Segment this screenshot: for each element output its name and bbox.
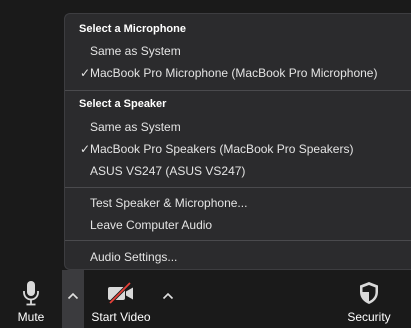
menu-item-label: Leave Computer Audio xyxy=(90,218,213,232)
shield-icon xyxy=(358,280,380,306)
speaker-option-macbook-pro[interactable]: ✓ MacBook Pro Speakers (MacBook Pro Spea… xyxy=(65,139,411,159)
speaker-option-asus[interactable]: ASUS VS247 (ASUS VS247) xyxy=(65,161,411,181)
check-icon: ✓ xyxy=(79,66,90,80)
speaker-option-same-as-system[interactable]: Same as System xyxy=(65,117,411,137)
mute-button[interactable]: Mute xyxy=(8,270,54,328)
speaker-option-label: Same as System xyxy=(90,120,181,134)
start-video-button[interactable]: Start Video xyxy=(88,270,154,328)
security-button[interactable]: Security xyxy=(340,270,398,328)
video-options-toggle[interactable] xyxy=(157,270,179,328)
security-label: Security xyxy=(347,310,391,324)
speaker-section-title: Select a Speaker xyxy=(79,98,167,110)
mic-option-same-as-system[interactable]: Same as System xyxy=(65,41,411,61)
menu-item-label: Test Speaker & Microphone... xyxy=(90,196,248,210)
divider xyxy=(65,90,411,91)
microphone-section-title: Select a Microphone xyxy=(79,23,186,35)
audio-options-menu: Select a Microphone Same as System ✓ Mac… xyxy=(64,13,411,270)
meeting-toolbar: Mute Start Video Security xyxy=(0,270,411,328)
speaker-option-label: MacBook Pro Speakers (MacBook Pro Speake… xyxy=(90,142,354,156)
divider xyxy=(65,240,411,241)
test-speaker-microphone-item[interactable]: Test Speaker & Microphone... xyxy=(65,193,411,213)
mute-label: Mute xyxy=(17,310,45,324)
mic-option-macbook-pro[interactable]: ✓ MacBook Pro Microphone (MacBook Pro Mi… xyxy=(65,63,411,83)
speaker-option-label: ASUS VS247 (ASUS VS247) xyxy=(90,164,246,178)
mic-option-label: Same as System xyxy=(90,44,181,58)
divider xyxy=(65,187,411,188)
start-video-label: Start Video xyxy=(91,310,151,324)
check-icon: ✓ xyxy=(79,142,90,156)
menu-item-label: Audio Settings... xyxy=(90,250,178,264)
microphone-icon xyxy=(21,280,41,306)
audio-settings-item[interactable]: Audio Settings... xyxy=(65,247,411,267)
leave-computer-audio-item[interactable]: Leave Computer Audio xyxy=(65,215,411,235)
audio-options-toggle[interactable] xyxy=(62,270,84,328)
chevron-up-icon xyxy=(162,292,174,300)
chevron-up-icon xyxy=(67,292,79,300)
mic-option-label: MacBook Pro Microphone (MacBook Pro Micr… xyxy=(90,66,378,80)
video-off-icon xyxy=(106,280,136,306)
